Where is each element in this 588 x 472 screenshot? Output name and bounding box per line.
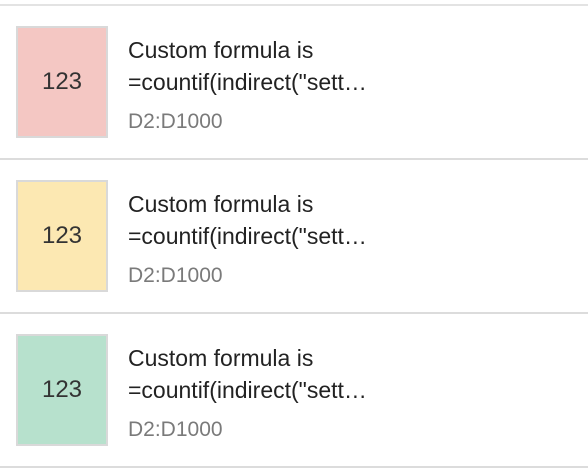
rule-description: Custom formula is =countif(indirect("set… [128,342,568,446]
rule-condition-type: Custom formula is [128,37,314,63]
rule-description: Custom formula is =countif(indirect("set… [128,34,568,138]
rule-range: D2:D1000 [128,110,223,133]
rule-description: Custom formula is =countif(indirect("set… [128,188,568,292]
conditional-format-rule[interactable]: 123 Custom formula is =countif(indirect(… [0,6,588,160]
conditional-format-rule-list: 123 Custom formula is =countif(indirect(… [0,0,588,472]
rule-range: D2:D1000 [128,418,223,441]
conditional-format-rule[interactable]: 123 Custom formula is =countif(indirect(… [0,160,588,314]
rule-condition-type: Custom formula is [128,191,314,217]
rule-range: D2:D1000 [128,264,223,287]
rule-condition-formula: =countif(indirect("sett… [128,223,367,249]
format-preview-swatch: 123 [16,180,108,292]
conditional-format-rule[interactable]: 123 Custom formula is =countif(indirect(… [0,314,588,468]
rule-condition-formula: =countif(indirect("sett… [128,69,367,95]
format-preview-swatch: 123 [16,334,108,446]
format-preview-swatch: 123 [16,26,108,138]
rule-condition-type: Custom formula is [128,345,314,371]
rule-condition-formula: =countif(indirect("sett… [128,377,367,403]
